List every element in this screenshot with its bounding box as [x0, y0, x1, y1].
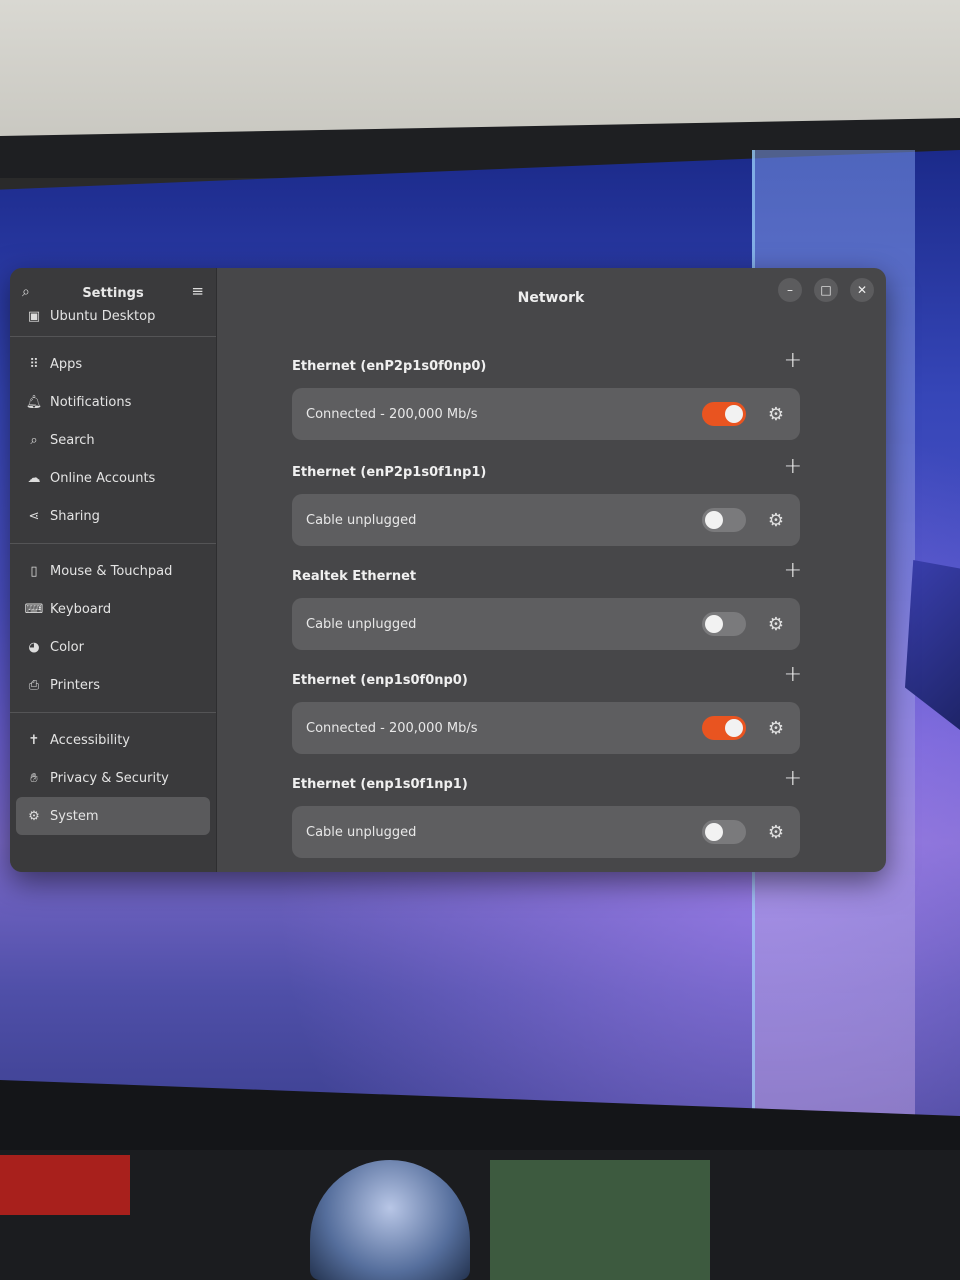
sidebar-item-label: Printers	[50, 677, 101, 693]
sidebar-item-label: Color	[50, 639, 84, 655]
sidebar-item-privacy-security[interactable]: ✋︎ Privacy & Security	[10, 759, 216, 797]
gear-icon[interactable]: ⚙︎	[766, 404, 786, 425]
close-button[interactable]: ✕	[850, 278, 874, 302]
section-title: Ethernet (enp1s0f1np1)	[292, 777, 468, 792]
keyboard-icon: ⌨︎	[24, 601, 44, 617]
printer-icon: ⎙	[28, 677, 40, 693]
cloud-icon: ☁︎	[27, 470, 41, 486]
sidebar-item-notifications[interactable]: 🔔︎ Notifications	[10, 383, 216, 421]
connection-toggle[interactable]	[702, 402, 746, 426]
bell-icon: 🔔︎	[25, 394, 43, 410]
sidebar-item-online-accounts[interactable]: ☁︎ Online Accounts	[10, 459, 216, 497]
color-icon: ◕	[28, 639, 40, 655]
gear-icon[interactable]: ⚙︎	[766, 614, 786, 635]
sidebar-divider	[10, 336, 216, 337]
minimize-button[interactable]: –	[778, 278, 802, 302]
add-connection-button[interactable]: +	[784, 766, 802, 791]
ethernet-section: Ethernet (enP2p1s0f1np1) + Cable unplugg…	[292, 454, 802, 546]
connection-status: Cable unplugged	[306, 824, 417, 840]
connection-row: Connected - 200,000 Mb/s ⚙︎	[292, 702, 800, 754]
sidebar-title: Settings	[82, 286, 144, 301]
sidebar-item-label: Privacy & Security	[50, 770, 169, 786]
ethernet-section: Realtek Ethernet + Cable unplugged ⚙︎	[292, 558, 802, 650]
sidebar-item-label: Search	[50, 432, 95, 448]
ethernet-section: Ethernet (enP2p1s0f0np0) + Connected - 2…	[292, 348, 802, 440]
connection-row: Cable unplugged ⚙︎	[292, 598, 800, 650]
accessibility-icon: ✝︎	[28, 732, 40, 748]
sidebar-divider	[10, 543, 216, 544]
disco-bulb	[310, 1160, 470, 1280]
sidebar-divider	[10, 712, 216, 713]
network-panel: Network – □ ✕ Ethernet (enP2p1s0f0np0) +…	[216, 268, 886, 872]
wall-background	[0, 0, 960, 140]
red-object	[0, 1155, 130, 1215]
privacy-icon: ✋︎	[30, 770, 38, 786]
ethernet-section: Ethernet (enp1s0f0np0) + Connected - 200…	[292, 662, 802, 754]
sidebar-item-accessibility[interactable]: ✝︎ Accessibility	[10, 721, 216, 759]
sidebar-item-search[interactable]: ⌕ Search	[10, 421, 216, 459]
maximize-button[interactable]: □	[814, 278, 838, 302]
settings-window: ⌕ Settings ≡ ▣ Ubuntu Desktop ⠿ Apps 🔔︎ …	[10, 268, 886, 872]
hamburger-menu-icon[interactable]: ≡	[191, 282, 204, 300]
sidebar-header: ⌕ Settings ≡	[10, 268, 216, 312]
connection-toggle[interactable]	[702, 508, 746, 532]
sidebar-item-label: Keyboard	[50, 601, 112, 617]
ethernet-section: Ethernet (enp1s0f1np1) + Cable unplugged…	[292, 766, 802, 858]
connection-row: Connected - 200,000 Mb/s ⚙︎	[292, 388, 800, 440]
sidebar-item-keyboard[interactable]: ⌨︎ Keyboard	[10, 590, 216, 628]
toggle-knob	[705, 823, 723, 841]
toggle-knob	[705, 615, 723, 633]
sidebar-item-label: Online Accounts	[50, 470, 156, 486]
connection-toggle[interactable]	[702, 612, 746, 636]
gear-icon: ⚙︎	[28, 808, 40, 824]
connection-status: Cable unplugged	[306, 616, 417, 632]
sidebar-item-printers[interactable]: ⎙ Printers	[10, 666, 216, 704]
connection-row: Cable unplugged ⚙︎	[292, 494, 800, 546]
toggle-knob	[705, 511, 723, 529]
sidebar-item-label: System	[50, 808, 99, 824]
green-object	[490, 1160, 710, 1280]
section-title: Realtek Ethernet	[292, 569, 417, 584]
toggle-knob	[725, 719, 743, 737]
connection-toggle[interactable]	[702, 820, 746, 844]
apps-grid-icon: ⠿	[29, 356, 39, 372]
gear-icon[interactable]: ⚙︎	[766, 718, 786, 739]
sidebar-item-label: Notifications	[50, 394, 132, 410]
toggle-knob	[725, 405, 743, 423]
sidebar-item-label: Apps	[50, 356, 83, 372]
share-icon: ⋖	[28, 508, 40, 524]
mouse-icon: ▯	[30, 563, 38, 579]
sidebar: ⌕ Settings ≡ ▣ Ubuntu Desktop ⠿ Apps 🔔︎ …	[10, 268, 217, 872]
add-connection-button[interactable]: +	[784, 454, 802, 479]
connection-status: Cable unplugged	[306, 512, 417, 528]
sidebar-item-label: Accessibility	[50, 732, 130, 748]
sidebar-item-label: Mouse & Touchpad	[50, 563, 173, 579]
gear-icon[interactable]: ⚙︎	[766, 822, 786, 843]
sidebar-item-label: Sharing	[50, 508, 100, 524]
connection-status: Connected - 200,000 Mb/s	[306, 406, 478, 422]
connection-status: Connected - 200,000 Mb/s	[306, 720, 478, 736]
connection-row: Cable unplugged ⚙︎	[292, 806, 800, 858]
connection-toggle[interactable]	[702, 716, 746, 740]
desk-area	[0, 1150, 960, 1280]
add-connection-button[interactable]: +	[784, 348, 802, 373]
sidebar-item-sharing[interactable]: ⋖ Sharing	[10, 497, 216, 535]
section-title: Ethernet (enP2p1s0f1np1)	[292, 465, 487, 480]
section-title: Ethernet (enP2p1s0f0np0)	[292, 359, 487, 374]
sidebar-item-mouse-touchpad[interactable]: ▯ Mouse & Touchpad	[10, 552, 216, 590]
section-title: Ethernet (enp1s0f0np0)	[292, 673, 468, 688]
add-connection-button[interactable]: +	[784, 558, 802, 583]
search-icon: ⌕	[30, 432, 38, 448]
gear-icon[interactable]: ⚙︎	[766, 510, 786, 531]
sidebar-item-apps[interactable]: ⠿ Apps	[10, 345, 216, 383]
add-connection-button[interactable]: +	[784, 662, 802, 687]
sidebar-item-color[interactable]: ◕ Color	[10, 628, 216, 666]
sidebar-item-system[interactable]: ⚙︎ System	[16, 797, 210, 835]
